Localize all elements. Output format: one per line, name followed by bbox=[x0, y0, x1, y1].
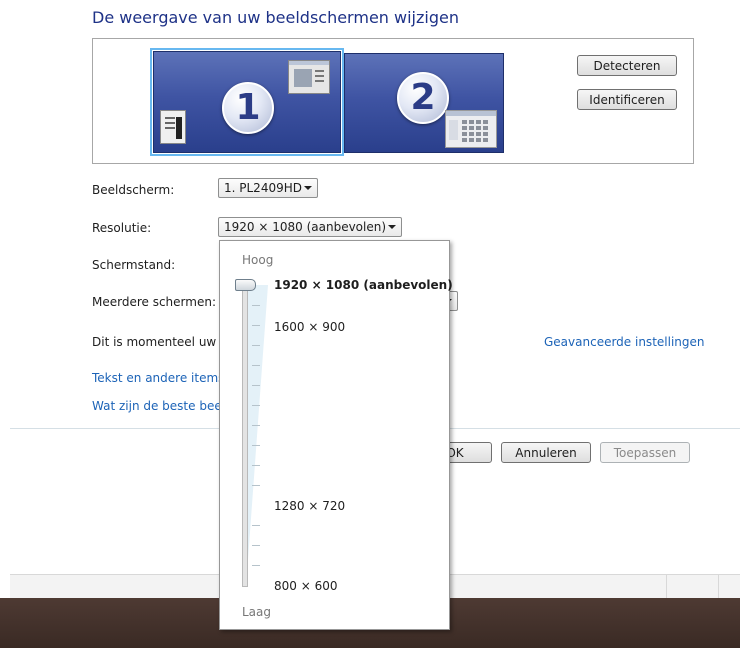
resolution-option[interactable]: 1600 × 900 bbox=[274, 320, 345, 334]
page-title: De weergave van uw beeldschermen wijzige… bbox=[92, 8, 459, 27]
resolution-slider-thumb[interactable] bbox=[235, 279, 256, 291]
slider-tick bbox=[252, 365, 260, 366]
resolution-label: Resolutie: bbox=[92, 221, 152, 235]
slider-fill bbox=[246, 285, 268, 587]
slider-tick bbox=[252, 305, 260, 306]
orientation-label: Schermstand: bbox=[92, 258, 176, 272]
resolution-select-value: 1920 × 1080 (aanbevolen) bbox=[224, 220, 387, 234]
monitor-number-badge: 2 bbox=[397, 72, 449, 124]
calendar-grid-icon bbox=[445, 110, 497, 148]
cancel-button[interactable]: Annuleren bbox=[501, 442, 591, 463]
slider-tick bbox=[252, 525, 260, 526]
monitor-arrangement-panel: 1 2 Detecteren Identificeren bbox=[92, 38, 694, 164]
slider-tick bbox=[252, 445, 260, 446]
slider-tick bbox=[252, 325, 260, 326]
slider-tick bbox=[252, 425, 260, 426]
document-icon bbox=[160, 110, 186, 144]
slider-tick bbox=[252, 405, 260, 406]
chevron-down-icon bbox=[304, 186, 312, 190]
multiple-displays-label: Meerdere schermen: bbox=[92, 295, 216, 309]
advanced-settings-link[interactable]: Geavanceerde instellingen bbox=[544, 335, 705, 349]
low-label: Laag bbox=[242, 605, 272, 619]
display-select[interactable]: 1. PL2409HD bbox=[218, 178, 318, 198]
resolution-dropdown: Hoog 1920 × 1080 (aanbevolen) 1600 × 900… bbox=[219, 240, 453, 630]
monitor-number-badge: 1 bbox=[222, 82, 274, 134]
resolution-option[interactable]: 1280 × 720 bbox=[274, 499, 345, 513]
identify-button[interactable]: Identificeren bbox=[577, 89, 677, 110]
best-settings-link[interactable]: Wat zijn de beste beeld bbox=[92, 399, 233, 413]
chevron-down-icon bbox=[388, 225, 396, 229]
slider-tick bbox=[252, 545, 260, 546]
slider-tick bbox=[252, 485, 260, 486]
detect-button[interactable]: Detecteren bbox=[577, 55, 677, 76]
slider-tick bbox=[252, 385, 260, 386]
monitor-1[interactable]: 1 bbox=[150, 48, 344, 156]
current-display-info: Dit is momenteel uw h bbox=[92, 335, 228, 349]
display-select-value: 1. PL2409HD bbox=[224, 181, 302, 195]
resolution-slider-track[interactable] bbox=[242, 285, 248, 587]
slider-tick bbox=[252, 465, 260, 466]
resolution-option[interactable]: 1920 × 1080 (aanbevolen) bbox=[274, 278, 453, 292]
monitor-2[interactable]: 2 bbox=[344, 53, 504, 153]
resolution-select[interactable]: 1920 × 1080 (aanbevolen) bbox=[218, 217, 402, 237]
apply-button[interactable]: Toepassen bbox=[600, 442, 690, 463]
resolution-option[interactable]: 800 × 600 bbox=[274, 579, 338, 593]
text-items-link[interactable]: Tekst en andere items bbox=[92, 371, 224, 385]
display-label: Beeldscherm: bbox=[92, 183, 175, 197]
slider-tick bbox=[252, 345, 260, 346]
high-label: Hoog bbox=[242, 253, 274, 267]
slider-tick bbox=[252, 565, 260, 566]
window-thumbnail-icon bbox=[288, 60, 330, 94]
